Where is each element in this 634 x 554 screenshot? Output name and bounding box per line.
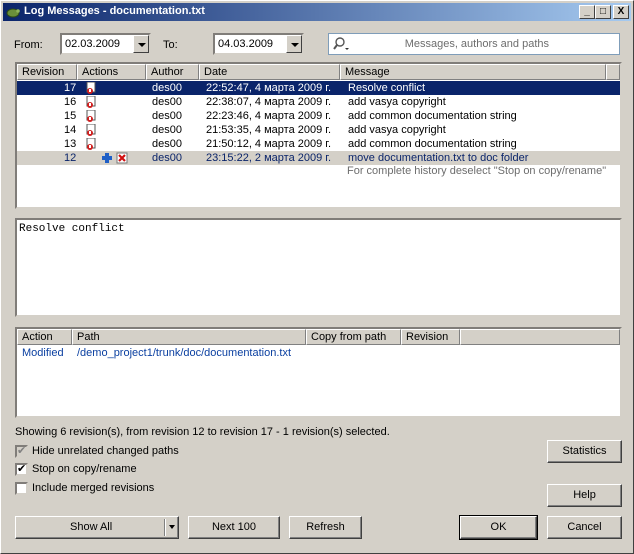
date-cell: 22:52:47, 4 марта 2009 г. [206, 82, 332, 94]
path-action-cell: Modified [22, 347, 64, 359]
window-title: Log Messages - documentation.txt [24, 5, 205, 17]
revision-cell: 17 [64, 82, 77, 94]
col-message[interactable]: Message [340, 64, 606, 80]
modified-icon [86, 110, 96, 122]
col-author[interactable]: Author [146, 64, 199, 80]
author-cell: des00 [152, 82, 182, 94]
col-date[interactable]: Date [199, 64, 340, 80]
message-cell: add vasya copyright [348, 124, 446, 136]
col-filler [606, 64, 620, 80]
table-row[interactable]: 14 des00 21:53:35, 4 марта 2009 г. add v… [17, 123, 620, 137]
col-actions[interactable]: Actions [77, 64, 146, 80]
date-cell: 21:50:12, 4 марта 2009 г. [206, 138, 332, 150]
stop-on-copy-label: Stop on copy/rename [32, 463, 137, 475]
col-copy-from-path[interactable]: Copy from path [306, 329, 401, 345]
close-button[interactable]: X [613, 5, 629, 19]
revision-cell: 14 [64, 124, 77, 136]
include-merged-label: Include merged revisions [32, 482, 155, 494]
date-cell: 23:15:22, 2 марта 2009 г. [206, 152, 332, 164]
revision-cell: 13 [64, 138, 77, 150]
table-row[interactable]: 15 des00 22:23:46, 4 марта 2009 г. add c… [17, 109, 620, 123]
maximize-button[interactable]: □ [595, 5, 611, 19]
show-all-label: Show All [70, 521, 113, 533]
cancel-button[interactable]: Cancel [547, 516, 622, 539]
checkmark-icon: ✔ [17, 445, 27, 457]
modified-icon [86, 96, 96, 108]
split-separator [164, 519, 165, 536]
added-icon [102, 153, 112, 163]
ok-button[interactable]: OK [459, 515, 538, 540]
to-date-value: 04.03.2009 [218, 38, 274, 50]
help-button[interactable]: Help [547, 484, 622, 507]
from-label: From: [14, 39, 43, 51]
message-text: Resolve conflict [19, 223, 125, 235]
revision-cell: 16 [64, 96, 77, 108]
next-100-button[interactable]: Next 100 [188, 516, 280, 539]
to-date-picker[interactable]: 04.03.2009 [213, 33, 304, 55]
col-filler [460, 329, 620, 345]
search-icon[interactable] [333, 36, 351, 52]
show-all-split-button[interactable]: Show All [15, 516, 179, 539]
modified-icon [86, 124, 96, 136]
include-merged-checkbox[interactable] [15, 482, 28, 495]
checkmark-icon: ✔ [17, 463, 27, 475]
modified-icon [86, 82, 96, 94]
chevron-down-icon [291, 43, 299, 47]
message-cell: move documentation.txt to doc folder [348, 152, 529, 164]
table-row[interactable]: 12 des00 23:15:22, 2 марта 2009 г. move … [17, 151, 620, 165]
revision-cell: 12 [64, 152, 77, 164]
author-cell: des00 [152, 152, 182, 164]
date-cell: 22:38:07, 4 марта 2009 г. [206, 96, 332, 108]
revision-cell: 15 [64, 110, 77, 122]
author-cell: des00 [152, 110, 182, 122]
hide-unrelated-label: Hide unrelated changed paths [32, 445, 179, 457]
changed-paths-list[interactable]: Action Path Copy from path Revision Modi… [15, 327, 622, 418]
log-messages-window: Log Messages - documentation.txt _ □ X F… [0, 0, 634, 554]
message-cell: Resolve conflict [348, 82, 426, 94]
message-cell: add common documentation string [348, 138, 517, 150]
search-placeholder: Messages, authors and paths [404, 38, 549, 50]
to-date-dropdown-button[interactable] [286, 35, 302, 53]
col-action[interactable]: Action [17, 329, 72, 345]
refresh-button[interactable]: Refresh [289, 516, 362, 539]
message-cell: add common documentation string [348, 110, 517, 122]
col-path-revision[interactable]: Revision [401, 329, 460, 345]
table-row[interactable]: 17 des00 22:52:47, 4 марта 2009 г. Resol… [17, 81, 620, 95]
col-path[interactable]: Path [72, 329, 306, 345]
author-cell: des00 [152, 96, 182, 108]
hide-unrelated-checkbox[interactable]: ✔ [15, 445, 28, 458]
table-row[interactable]: Modified /demo_project1/trunk/doc/docume… [17, 346, 620, 360]
revision-list-header: Revision Actions Author Date Message [17, 64, 620, 80]
from-date-picker[interactable]: 02.03.2009 [60, 33, 151, 55]
deleted-icon [116, 152, 128, 164]
message-text-area[interactable]: Resolve conflict [15, 218, 622, 317]
tortoise-app-icon [6, 8, 20, 18]
author-cell: des00 [152, 138, 182, 150]
history-hint: For complete history deselect "Stop on c… [347, 165, 607, 177]
col-revision[interactable]: Revision [17, 64, 77, 80]
status-text: Showing 6 revision(s), from revision 12 … [15, 426, 390, 438]
changed-paths-header: Action Path Copy from path Revision [17, 329, 620, 345]
date-cell: 22:23:46, 4 марта 2009 г. [206, 110, 332, 122]
chevron-down-icon[interactable] [169, 525, 175, 529]
title-bar[interactable]: Log Messages - documentation.txt _ □ X [3, 3, 631, 21]
modified-icon [86, 138, 96, 150]
stop-on-copy-checkbox[interactable]: ✔ [15, 463, 28, 476]
statistics-button[interactable]: Statistics [547, 440, 622, 463]
author-cell: des00 [152, 124, 182, 136]
revision-list[interactable]: Revision Actions Author Date Message 17 … [15, 62, 622, 209]
from-date-value: 02.03.2009 [65, 38, 121, 50]
search-input[interactable]: Messages, authors and paths [328, 33, 620, 55]
message-cell: add vasya copyright [348, 96, 446, 108]
to-label: To: [163, 39, 178, 51]
from-date-dropdown-button[interactable] [133, 35, 149, 53]
minimize-button[interactable]: _ [579, 5, 595, 19]
path-cell: /demo_project1/trunk/doc/documentation.t… [77, 347, 292, 359]
date-cell: 21:53:35, 4 марта 2009 г. [206, 124, 332, 136]
table-row[interactable]: 13 des00 21:50:12, 4 марта 2009 г. add c… [17, 137, 620, 151]
chevron-down-icon [138, 43, 146, 47]
table-row[interactable]: 16 des00 22:38:07, 4 марта 2009 г. add v… [17, 95, 620, 109]
